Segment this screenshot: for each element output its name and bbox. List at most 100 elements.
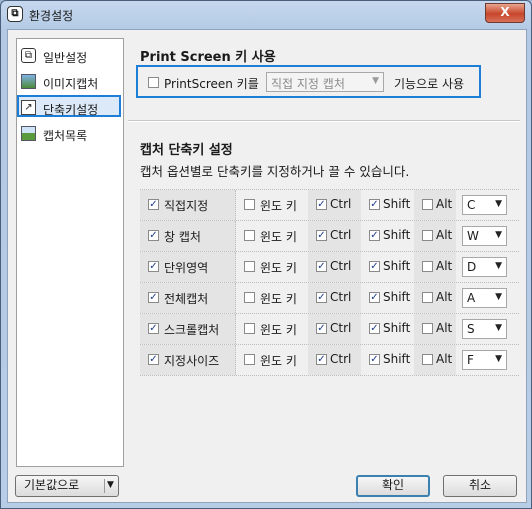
shortcut-section-title: 캡처 단축키 설정 [140, 143, 233, 158]
sidebar-item-capture-list[interactable]: 캡처목록 [19, 123, 119, 145]
sidebar-item-shortcuts[interactable]: ↗ 단축키설정 [17, 95, 121, 117]
key-value: D [467, 260, 477, 274]
chevron-down-icon: ▼ [495, 292, 502, 302]
ctrl-key-cell: ✓ Ctrl [308, 190, 361, 220]
win-key-checkbox[interactable] [244, 292, 255, 303]
shift-key-checkbox[interactable]: ✓ [369, 261, 380, 272]
ctrl-key-checkbox[interactable]: ✓ [316, 230, 327, 241]
ctrl-key-checkbox[interactable]: ✓ [316, 292, 327, 303]
key-dropdown[interactable]: A ▼ [462, 288, 507, 308]
alt-key-checkbox[interactable] [422, 230, 433, 241]
shortcut-table: ✓ 직접지정 윈도 키 ✓ Ctrl ✓ Shift Alt C ▼ ✓ 창 캡처 윈도 키 ✓ Ctrl ✓… [140, 189, 519, 376]
alt-key-label: Alt [436, 197, 453, 211]
shift-key-checkbox[interactable]: ✓ [369, 354, 380, 365]
shortcut-row: ✓ 지정사이즈 윈도 키 ✓ Ctrl ✓ Shift Alt F ▼ [140, 345, 519, 376]
chevron-down-icon: ▼ [495, 199, 502, 209]
image-capture-icon [21, 74, 36, 89]
alt-key-label: Alt [436, 259, 453, 273]
shortcut-enable-checkbox[interactable]: ✓ [148, 261, 159, 272]
win-key-cell: 윈도 키 [236, 283, 308, 313]
key-dropdown[interactable]: D ▼ [462, 257, 507, 277]
key-dropdown[interactable]: C ▼ [462, 195, 507, 215]
alt-key-checkbox[interactable] [422, 261, 433, 272]
app-icon: ⧉ [7, 6, 23, 22]
alt-key-checkbox[interactable] [422, 292, 433, 303]
shift-key-checkbox[interactable]: ✓ [369, 230, 380, 241]
shortcut-name-cell: ✓ 지정사이즈 [140, 345, 236, 375]
sidebar-item-label: 단축키설정 [43, 103, 99, 117]
win-key-checkbox[interactable] [244, 199, 255, 210]
printscreen-action-dropdown[interactable]: 직접 지정 캡처 ▼ [266, 72, 384, 92]
shift-key-cell: ✓ Shift [361, 221, 414, 251]
win-key-checkbox[interactable] [244, 230, 255, 241]
shift-key-checkbox[interactable]: ✓ [369, 199, 380, 210]
shift-key-cell: ✓ Shift [361, 252, 414, 282]
shortcut-name: 전체캡처 [164, 292, 209, 306]
shift-key-checkbox[interactable]: ✓ [369, 292, 380, 303]
shortcut-enable-checkbox[interactable]: ✓ [148, 323, 159, 334]
shortcut-description: 캡처 옵션별로 단축키를 지정하거나 끌 수 있습니다. [140, 164, 410, 179]
printscreen-option-box: PrintScreen 키를 직접 지정 캡처 ▼ 기능으로 사용 [136, 65, 481, 98]
win-key-checkbox[interactable] [244, 354, 255, 365]
shortcut-icon: ↗ [21, 100, 36, 115]
win-key-label: 윈도 키 [260, 354, 297, 368]
shortcut-row: ✓ 전체캡처 윈도 키 ✓ Ctrl ✓ Shift Alt A ▼ [140, 283, 519, 314]
shift-key-checkbox[interactable]: ✓ [369, 323, 380, 334]
key-cell: C ▼ [456, 190, 519, 220]
win-key-label: 윈도 키 [260, 230, 297, 244]
ok-button[interactable]: 확인 [356, 475, 430, 497]
key-dropdown[interactable]: W ▼ [462, 226, 507, 246]
dropdown-value: 직접 지정 캡처 [271, 77, 345, 91]
ctrl-key-label: Ctrl [330, 228, 352, 242]
settings-window: ⧉ 환경설정 X ⧉ 일반설정 이미지캡처 ↗ 단축키설정 캡처목록 Print [0, 0, 532, 509]
chevron-down-icon: ▼ [495, 230, 502, 240]
sidebar-item-image-capture[interactable]: 이미지캡처 [19, 71, 119, 93]
ctrl-key-cell: ✓ Ctrl [308, 221, 361, 251]
alt-key-checkbox[interactable] [422, 323, 433, 334]
win-key-checkbox[interactable] [244, 323, 255, 334]
sidebar-item-label: 이미지캡처 [43, 77, 99, 91]
ctrl-key-checkbox[interactable]: ✓ [316, 199, 327, 210]
category-list: ⧉ 일반설정 이미지캡처 ↗ 단축키설정 캡처목록 [16, 38, 124, 467]
shortcut-enable-checkbox[interactable]: ✓ [148, 292, 159, 303]
shift-key-cell: ✓ Shift [361, 190, 414, 220]
ctrl-key-checkbox[interactable]: ✓ [316, 261, 327, 272]
win-key-label: 윈도 키 [260, 199, 297, 213]
printscreen-checkbox[interactable] [148, 77, 159, 88]
reset-defaults-button[interactable]: 기본값으로 ▼ [15, 475, 119, 497]
win-key-label: 윈도 키 [260, 323, 297, 337]
alt-key-label: Alt [436, 290, 453, 304]
chevron-down-icon: ▼ [495, 261, 502, 271]
shift-key-label: Shift [383, 197, 411, 211]
cancel-button[interactable]: 취소 [443, 475, 517, 497]
title-bar[interactable]: ⧉ 환경설정 X [1, 1, 531, 29]
alt-key-cell: Alt [414, 190, 456, 220]
key-dropdown[interactable]: S ▼ [462, 319, 507, 339]
shortcut-name-cell: ✓ 스크롤캡처 [140, 314, 236, 344]
ctrl-key-checkbox[interactable]: ✓ [316, 323, 327, 334]
alt-key-cell: Alt [414, 221, 456, 251]
shortcut-enable-checkbox[interactable]: ✓ [148, 199, 159, 210]
dialog-body: ⧉ 일반설정 이미지캡처 ↗ 단축키설정 캡처목록 Print Screen 키… [7, 29, 527, 503]
ctrl-key-checkbox[interactable]: ✓ [316, 354, 327, 365]
alt-key-checkbox[interactable] [422, 354, 433, 365]
window-title: 환경설정 [29, 9, 74, 23]
sidebar-item-label: 캡처목록 [43, 129, 88, 143]
shift-key-label: Shift [383, 259, 411, 273]
shortcut-name-cell: ✓ 전체캡처 [140, 283, 236, 313]
shortcut-enable-checkbox[interactable]: ✓ [148, 230, 159, 241]
shift-key-cell: ✓ Shift [361, 314, 414, 344]
ctrl-key-cell: ✓ Ctrl [308, 345, 361, 375]
win-key-checkbox[interactable] [244, 261, 255, 272]
ctrl-key-label: Ctrl [330, 259, 352, 273]
shortcut-enable-checkbox[interactable]: ✓ [148, 354, 159, 365]
ctrl-key-cell: ✓ Ctrl [308, 314, 361, 344]
win-key-cell: 윈도 키 [236, 252, 308, 282]
close-button[interactable]: X [485, 3, 525, 23]
key-dropdown[interactable]: F ▼ [462, 350, 507, 370]
shortcut-name-cell: ✓ 단위영역 [140, 252, 236, 282]
alt-key-checkbox[interactable] [422, 199, 433, 210]
shortcut-name-cell: ✓ 직접지정 [140, 190, 236, 220]
alt-key-label: Alt [436, 228, 453, 242]
sidebar-item-general[interactable]: ⧉ 일반설정 [19, 45, 119, 67]
